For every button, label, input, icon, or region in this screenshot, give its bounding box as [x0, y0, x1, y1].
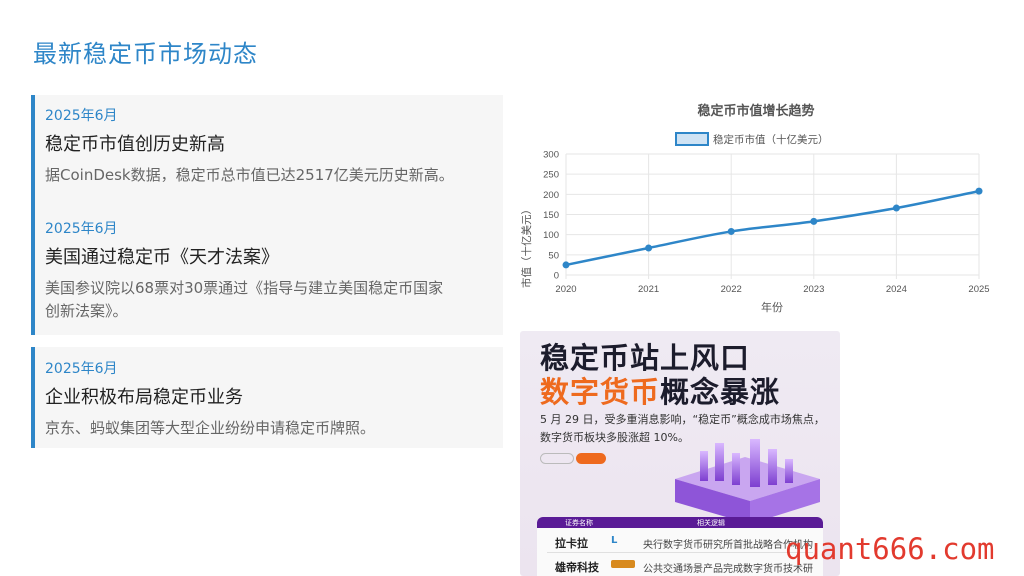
data-point[interactable]	[892, 204, 900, 212]
lakala-logo-icon: L	[611, 535, 618, 546]
news-title: 企业积极布局稳定币业务	[45, 387, 243, 408]
series-line	[565, 189, 980, 267]
x-tick-label: 2025	[968, 284, 989, 295]
promo-subheadline-rest: 概念暴涨	[660, 375, 781, 409]
y-tick-label: 300	[543, 150, 559, 161]
chart-canvas: 稳定币市值增长趋势 稳定币市值（十亿美元） 市值（十亿美元） 年份 0 50 100…	[520, 103, 990, 314]
legend-swatch[interactable]	[675, 132, 709, 146]
crypto-cube-illustration	[675, 439, 820, 524]
news-date: 2025年6月	[45, 221, 118, 237]
page-title: 最新稳定币市场动态	[33, 40, 258, 68]
x-tick-label: 2024	[886, 284, 907, 295]
site-watermark: quant666.com	[785, 532, 995, 566]
news-card: 2025年6月 稳定币市值创历史新高 据CoinDesk数据，稳定币总市值已达2…	[31, 95, 503, 335]
promo-row-divider	[547, 552, 813, 553]
x-tick-label: 2021	[638, 284, 659, 295]
y-tick-label: 250	[543, 170, 559, 181]
news-description: 京东、蚂蚁集团等大型企业纷纷申请稳定币牌照。	[45, 419, 376, 437]
news-item: 2025年6月 企业积极布局稳定币业务 京东、蚂蚁集团等大型企业纷纷申请稳定币牌…	[45, 358, 495, 440]
y-tick-label: 200	[543, 190, 559, 201]
data-point[interactable]	[975, 187, 983, 195]
y-tick-label: 150	[543, 210, 559, 221]
x-axis-label: 年份	[761, 300, 783, 314]
legend-label[interactable]: 稳定币市值（十亿美元）	[713, 133, 829, 146]
xiongdi-logo-icon	[611, 560, 635, 568]
news-date: 2025年6月	[45, 108, 118, 124]
news-item: 2025年6月 美国通过稳定币《天才法案》 美国参议院以68票对30票通过《指导…	[45, 218, 495, 323]
news-date: 2025年6月	[45, 361, 118, 377]
promo-row-name: 拉卡拉	[555, 537, 588, 550]
x-tick-label: 2023	[803, 284, 824, 295]
data-point[interactable]	[562, 261, 570, 269]
data-point[interactable]	[727, 227, 735, 235]
chart-title: 稳定币市值增长趋势	[697, 103, 814, 118]
promo-table-header: 证券名称 相关逻辑	[537, 517, 823, 528]
y-tick-label: 0	[554, 271, 559, 282]
x-tick-label: 2020	[555, 284, 576, 295]
promo-table: 证券名称 相关逻辑 拉卡拉 L 央行数字货币研究所首批战略合作机构 雄帝科技 公…	[537, 517, 823, 576]
news-card: 2025年6月 企业积极布局稳定币业务 京东、蚂蚁集团等大型企业纷纷申请稳定币牌…	[31, 347, 503, 448]
promo-table-header-logic: 相关逻辑	[697, 519, 725, 527]
news-item: 2025年6月 稳定币市值创历史新高 据CoinDesk数据，稳定币总市值已达2…	[45, 105, 495, 187]
x-tick-label: 2022	[721, 284, 742, 295]
promo-tag	[540, 453, 574, 464]
promo-subheadline: 数字货币概念暴涨	[540, 369, 780, 411]
data-point[interactable]	[645, 244, 653, 252]
promo-tag	[576, 453, 606, 464]
data-point[interactable]	[810, 217, 818, 225]
promo-subheadline-accent: 数字货币	[540, 375, 661, 409]
news-description: 美国参议院以68票对30票通过《指导与建立美国稳定币国家 创新法案》。	[45, 277, 495, 323]
promo-table-header-name: 证券名称	[565, 519, 593, 527]
y-tick-label: 100	[543, 230, 559, 241]
news-description-line: 创新法案》。	[45, 302, 128, 320]
y-tick-label: 50	[548, 250, 559, 261]
news-description-line: 美国参议院以68票对30票通过《指导与建立美国稳定币国家	[45, 279, 444, 297]
promo-row-name: 雄帝科技	[555, 561, 599, 574]
news-description: 据CoinDesk数据，稳定币总市值已达2517亿美元历史新高。	[45, 166, 454, 184]
y-axis-label: 市值（十亿美元）	[520, 204, 533, 288]
news-title: 稳定币市值创历史新高	[45, 134, 225, 155]
news-title: 美国通过稳定币《天才法案》	[45, 247, 279, 268]
market-cap-chart: 稳定币市值增长趋势 稳定币市值（十亿美元） 市值（十亿美元） 年份 0 50 100…	[518, 96, 998, 318]
